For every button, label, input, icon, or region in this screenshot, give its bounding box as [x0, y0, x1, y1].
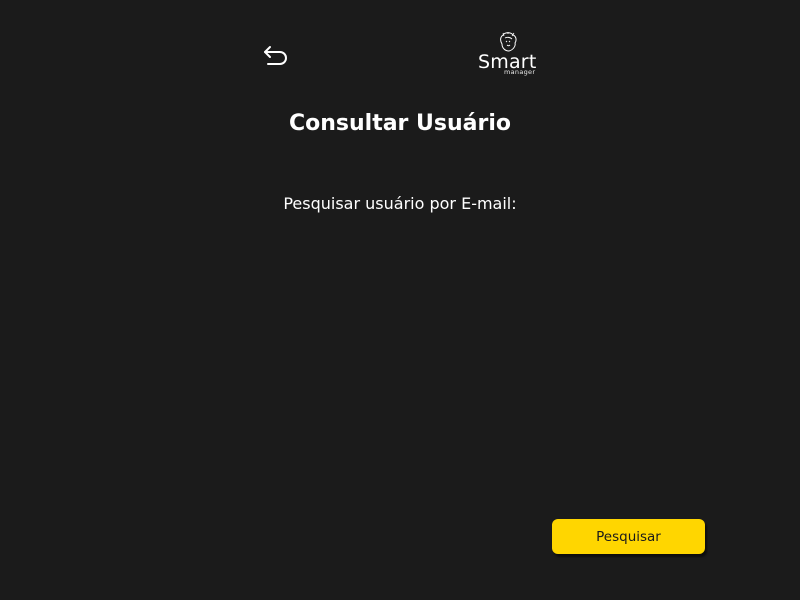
- search-button[interactable]: Pesquisar: [552, 519, 705, 554]
- back-arrow-icon: [264, 46, 287, 65]
- back-button[interactable]: [261, 42, 291, 68]
- search-email-label: Pesquisar usuário por E-mail:: [283, 194, 517, 213]
- consult-user-screen: Smart manager Consultar Usuário Pesquisa…: [0, 0, 800, 600]
- page-title: Consultar Usuário: [288, 111, 512, 136]
- logo-subtitle: manager: [504, 68, 536, 76]
- smart-manager-logo: Smart manager: [476, 32, 542, 78]
